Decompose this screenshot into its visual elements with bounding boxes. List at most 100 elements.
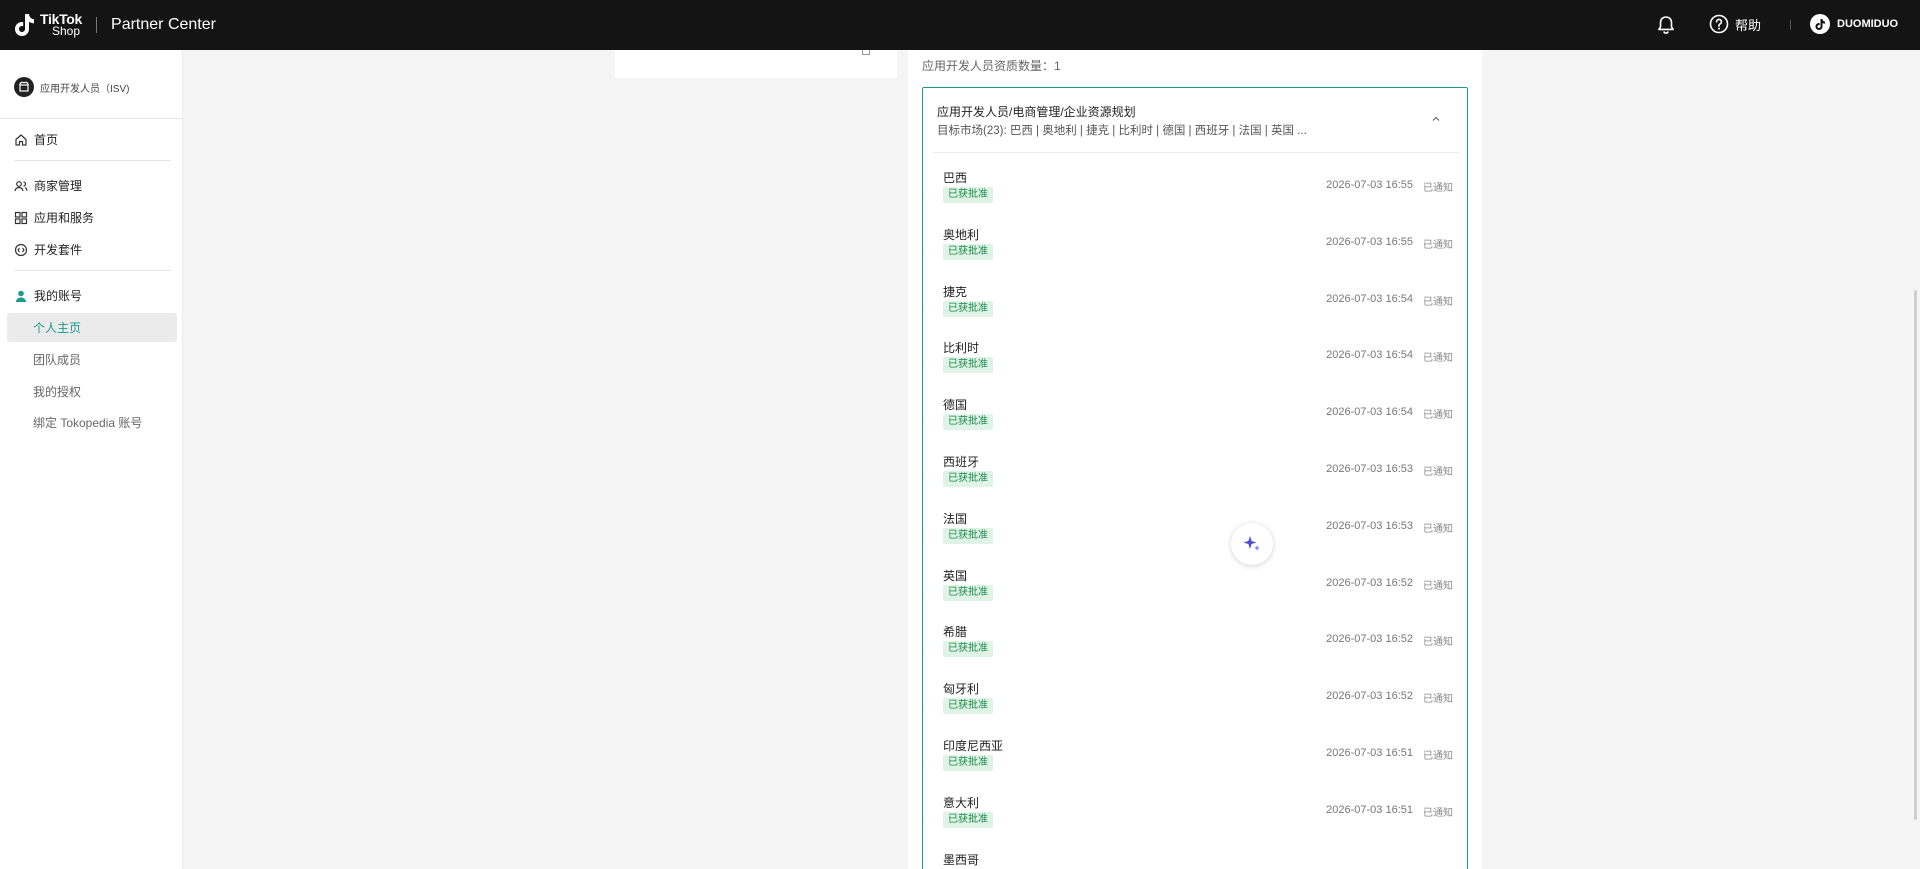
divider — [933, 152, 1459, 153]
help-label: 帮助 — [1735, 17, 1762, 33]
market-row: 德国 已获批准 2026-07-03 16:54 已通知 — [943, 396, 1453, 436]
nav-apps[interactable]: 应用和服务 — [14, 209, 94, 226]
nav-devkit-label: 开发套件 — [34, 243, 83, 257]
market-name: 德国 — [943, 398, 968, 413]
approval-time: 2026-07-03 16:54 — [1326, 292, 1413, 305]
nav-home[interactable]: 首页 — [14, 131, 58, 148]
approval-time: 2026-07-03 16:54 — [1326, 349, 1413, 362]
notified-label: 已通知 — [1423, 807, 1453, 819]
market-name: 希腊 — [943, 625, 968, 640]
market-row: 西班牙 已获批准 2026-07-03 16:53 已通知 — [943, 453, 1453, 493]
market-name: 法国 — [943, 511, 968, 526]
notified-label: 已通知 — [1423, 637, 1453, 649]
qualification-panel: 应用开发人员资质数量：1 应用开发人员/电商管理/企业资源规划 目标市场(23)… — [908, 50, 1482, 869]
approval-time: 2026-07-03 16:53 — [1326, 519, 1413, 532]
divider — [14, 270, 171, 271]
tiktok-logo-icon — [15, 14, 34, 36]
copy-icon[interactable] — [862, 50, 870, 55]
help-icon — [1709, 14, 1729, 34]
qualification-title: 应用开发人员/电商管理/企业资源规划 — [937, 105, 1136, 119]
sidebar-item-tokopedia[interactable]: 绑定 Tokopedia 账号 — [33, 414, 142, 431]
market-row: 印度尼西亚 已获批准 2026-07-03 16:51 已通知 — [943, 737, 1453, 777]
app-title: Partner Center — [111, 16, 216, 33]
user-icon — [15, 290, 27, 302]
grid-icon — [14, 211, 28, 224]
users-icon — [14, 180, 28, 191]
market-name: 意大利 — [943, 795, 980, 810]
market-name: 比利时 — [943, 341, 980, 356]
avatar — [1810, 14, 1830, 34]
notified-label: 已通知 — [1423, 694, 1453, 706]
store-icon — [14, 77, 34, 97]
status-badge: 已获批准 — [943, 584, 993, 601]
notified-label: 已通知 — [1423, 467, 1453, 478]
divider — [14, 160, 171, 161]
status-badge: 已获批准 — [943, 243, 993, 260]
brand[interactable]: TikTok Shop Partner Center — [12, 12, 216, 38]
notified-label: 已通知 — [1423, 751, 1453, 762]
bell-icon[interactable] — [1655, 14, 1677, 36]
info-card — [615, 50, 897, 78]
status-badge: 已获批准 — [943, 187, 993, 203]
username: DUOMIDUO — [1837, 18, 1899, 30]
market-row: 法国 已获批准 2026-07-03 16:53 已通知 — [943, 510, 1453, 550]
sidebar-item-profile[interactable]: 个人主页 — [33, 319, 81, 336]
market-row: 捷克 已获批准 2026-07-03 16:54 已通知 — [943, 283, 1453, 323]
market-name: 匈牙利 — [943, 682, 980, 697]
sidebar: 应用开发人员（ISV) 首页 商家管理 应用和服务 开发套件 我的账号 个人主页… — [0, 50, 183, 869]
approval-time: 2026-07-03 16:52 — [1326, 633, 1413, 646]
role-switcher[interactable]: 应用开发人员（ISV) — [14, 77, 129, 97]
approval-time: 2026-07-03 16:51 — [1326, 803, 1413, 816]
notified-label: 已通知 — [1423, 296, 1453, 308]
market-name: 英国 — [943, 568, 968, 583]
notified-label: 已通知 — [1423, 239, 1453, 251]
role-label: 应用开发人员（ISV) — [40, 83, 130, 95]
code-icon — [14, 243, 28, 256]
nav-account[interactable]: 我的账号 — [14, 287, 82, 304]
market-row: 意大利 已获批准 2026-07-03 16:51 已通知 — [943, 794, 1453, 834]
brand-line2: Shop — [52, 24, 81, 38]
status-badge: 已获批准 — [943, 698, 993, 715]
approval-time: 2026-07-03 16:52 — [1326, 690, 1413, 703]
status-badge: 已获批准 — [943, 641, 993, 658]
status-badge: 已获批准 — [943, 357, 993, 374]
divider — [0, 118, 183, 119]
target-markets-summary: 目标市场(23): 巴西 | 奥地利 | 捷克 | 比利时 | 德国 | 西班牙… — [937, 125, 1307, 137]
topbar-divider — [1790, 20, 1791, 30]
chevron-up-icon[interactable] — [1431, 114, 1441, 124]
nav-account-label: 我的账号 — [34, 289, 83, 303]
notified-label: 已通知 — [1423, 523, 1453, 535]
nav-devkit[interactable]: 开发套件 — [14, 241, 82, 258]
nav-merchant-label: 商家管理 — [34, 179, 83, 193]
approval-time: 2026-07-03 16:54 — [1326, 406, 1413, 419]
nav-merchant[interactable]: 商家管理 — [14, 177, 82, 194]
market-row: 英国 已获批准 2026-07-03 16:52 已通知 — [943, 567, 1453, 607]
notified-label: 已通知 — [1423, 353, 1453, 365]
approval-time: 2026-07-03 16:55 — [1326, 235, 1413, 248]
market-row: 墨西哥 — [943, 851, 1453, 869]
status-badge: 已获批准 — [943, 527, 993, 544]
status-badge: 已获批准 — [943, 471, 993, 487]
scrollbar-thumb[interactable] — [1914, 290, 1917, 820]
qualification-count: 应用开发人员资质数量：1 — [922, 59, 1061, 73]
market-name: 印度尼西亚 — [943, 739, 1004, 753]
nav-apps-label: 应用和服务 — [34, 211, 95, 225]
status-badge: 已获批准 — [943, 811, 993, 828]
market-name: 西班牙 — [943, 455, 980, 469]
market-name: 墨西哥 — [943, 852, 980, 867]
status-badge: 已获批准 — [943, 755, 993, 771]
ai-assistant-button[interactable] — [1231, 523, 1273, 565]
market-name: 巴西 — [943, 171, 968, 185]
sidebar-item-team[interactable]: 团队成员 — [33, 351, 81, 368]
market-row: 匈牙利 已获批准 2026-07-03 16:52 已通知 — [943, 680, 1453, 720]
market-row: 奥地利 已获批准 2026-07-03 16:55 已通知 — [943, 226, 1453, 266]
brand-text: TikTok Shop — [40, 12, 82, 38]
notified-label: 已通知 — [1423, 410, 1453, 422]
sidebar-item-authorization[interactable]: 我的授权 — [33, 383, 81, 400]
approval-time: 2026-07-03 16:55 — [1326, 179, 1413, 191]
user-menu[interactable]: DUOMIDUO — [1810, 14, 1898, 34]
status-badge: 已获批准 — [943, 414, 993, 431]
tiktok-avatar-icon — [1815, 18, 1825, 30]
help-button[interactable]: 帮助 — [1709, 14, 1761, 34]
market-row: 比利时 已获批准 2026-07-03 16:54 已通知 — [943, 339, 1453, 379]
